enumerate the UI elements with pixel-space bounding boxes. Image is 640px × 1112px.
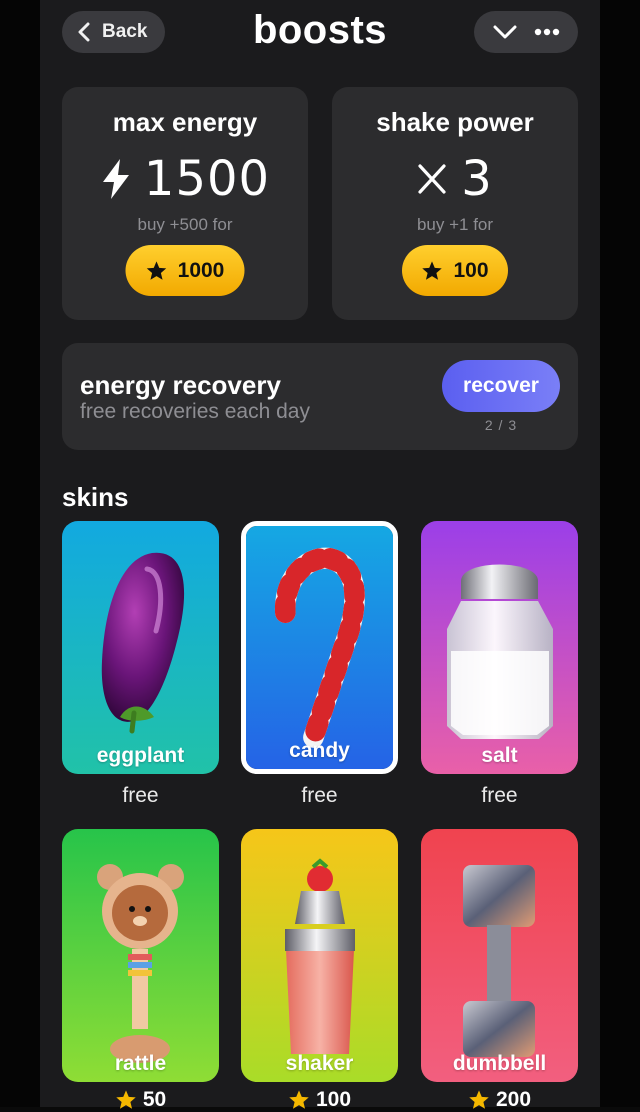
menu-pill bbox=[474, 11, 578, 53]
skin-price: free bbox=[122, 784, 159, 807]
skin-card-rattle[interactable]: rattle bbox=[62, 829, 219, 1082]
max-energy-buy-text: buy +500 for bbox=[137, 215, 233, 234]
shake-power-price: 100 bbox=[453, 258, 489, 282]
skin-price-value: 100 bbox=[315, 1088, 352, 1111]
recover-button[interactable]: recover bbox=[442, 360, 560, 412]
recovery-subtitle: free recoveries each day bbox=[80, 400, 310, 423]
shake-power-label: shake power bbox=[376, 107, 534, 137]
recovery-count: 2 / 3 bbox=[484, 417, 518, 433]
skin-price: 100 bbox=[241, 1088, 398, 1112]
rattle-image bbox=[62, 829, 219, 1082]
max-energy-value: 1500 bbox=[143, 151, 271, 207]
skin-price: free bbox=[301, 784, 338, 807]
skin-card-candy[interactable]: candy bbox=[241, 521, 398, 774]
skin-name: shaker bbox=[285, 1052, 354, 1075]
shake-power-value: 3 bbox=[461, 151, 493, 207]
skin-price-value: 200 bbox=[495, 1088, 532, 1111]
buy-shake-power-button[interactable]: 100 bbox=[402, 245, 508, 296]
cocktail-shaker-image bbox=[241, 829, 398, 1082]
buy-max-energy-button[interactable]: 1000 bbox=[125, 245, 245, 296]
skin-price-value: 50 bbox=[142, 1088, 167, 1111]
star-icon bbox=[146, 260, 167, 280]
header: Back boosts bbox=[0, 0, 640, 70]
skin-price: 50 bbox=[62, 1088, 219, 1112]
chevron-down-icon[interactable] bbox=[493, 24, 517, 40]
salt-shaker-image bbox=[421, 521, 578, 774]
skin-card-eggplant[interactable]: eggplant bbox=[62, 521, 219, 774]
shake-power-buy-text: buy +1 for bbox=[416, 215, 494, 234]
left-backdrop bbox=[0, 0, 40, 1107]
max-energy-value-row: 1500 bbox=[62, 151, 308, 207]
skin-name: salt bbox=[481, 744, 518, 767]
skin-name: rattle bbox=[114, 1052, 167, 1075]
skin-card-dumbbell[interactable]: dumbbell bbox=[421, 829, 578, 1082]
right-backdrop bbox=[600, 0, 640, 1107]
eggplant-image bbox=[62, 521, 219, 774]
star-icon bbox=[469, 1090, 489, 1109]
more-dots-icon[interactable] bbox=[534, 28, 560, 36]
shake-power-value-row: 3 bbox=[332, 151, 578, 207]
star-icon bbox=[289, 1090, 309, 1109]
skin-card-salt[interactable]: salt bbox=[421, 521, 578, 774]
skin-name: dumbbell bbox=[452, 1052, 547, 1075]
skin-name: candy bbox=[289, 739, 350, 762]
skin-name: eggplant bbox=[96, 744, 185, 767]
times-icon bbox=[418, 164, 446, 194]
max-energy-card: max energy 1500 buy +500 for 1000 bbox=[62, 87, 308, 320]
max-energy-price: 1000 bbox=[177, 258, 225, 282]
skin-price: 200 bbox=[421, 1088, 578, 1112]
recovery-title: energy recovery bbox=[80, 370, 281, 400]
skins-heading: skins bbox=[62, 482, 129, 512]
candy-cane-image bbox=[246, 526, 393, 769]
star-icon bbox=[116, 1090, 136, 1109]
star-icon bbox=[422, 260, 443, 280]
shake-power-card: shake power 3 buy +1 for 100 bbox=[332, 87, 578, 320]
dumbbell-image bbox=[421, 829, 578, 1082]
skin-price: free bbox=[481, 784, 518, 807]
skin-card-shaker[interactable]: shaker bbox=[241, 829, 398, 1082]
max-energy-label: max energy bbox=[112, 107, 258, 137]
lightning-icon bbox=[102, 159, 129, 199]
energy-recovery-card: energy recovery free recoveries each day… bbox=[62, 343, 578, 450]
